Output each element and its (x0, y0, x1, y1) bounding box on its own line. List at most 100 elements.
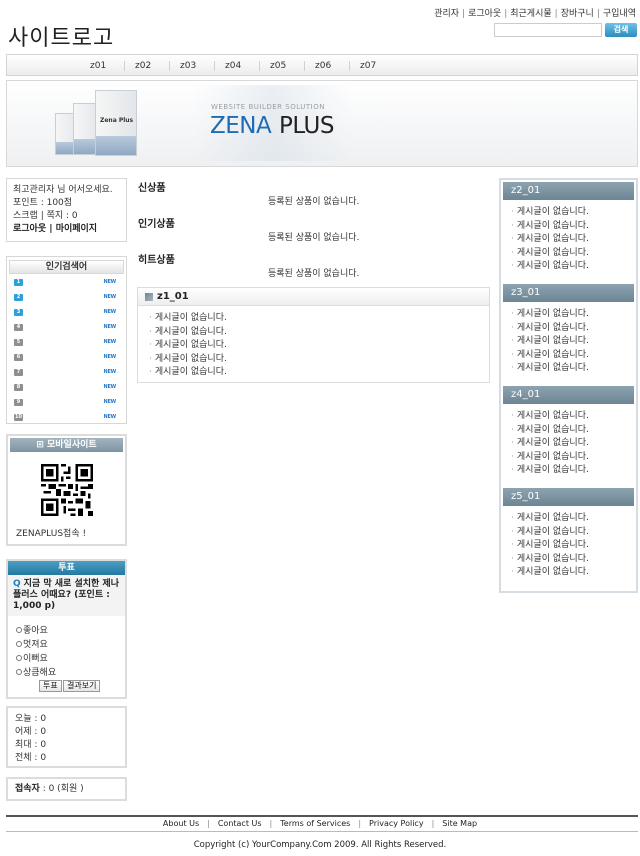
separator: | (358, 819, 362, 828)
rank-badge: 7 (14, 369, 23, 376)
popular-search-row[interactable]: 1 NEW (14, 278, 122, 288)
radio-icon[interactable] (16, 655, 22, 661)
nav-item-z06[interactable]: z06 (315, 61, 331, 71)
current-visitors-label: 접속자 (15, 784, 40, 794)
popular-search-row[interactable]: 5 NEW (14, 338, 122, 348)
view-results-button[interactable]: 결과보기 (63, 680, 101, 692)
right-column: z2_01 게시글이 없습니다. 게시글이 없습니다. 게시글이 없습니다. 게… (499, 178, 638, 593)
list-item: 게시글이 없습니다. (149, 366, 489, 380)
popular-search-row[interactable]: 8 NEW (14, 383, 122, 393)
board-title-z5-01[interactable]: z5_01 (503, 488, 634, 506)
new-products-title[interactable]: 신상품 (138, 179, 166, 194)
poll-option[interactable]: 좋아요 (16, 623, 48, 636)
list-item: 게시글이 없습니다. (511, 362, 635, 376)
search-input[interactable] (494, 23, 602, 37)
popular-search-row[interactable]: 9 NEW (14, 398, 122, 408)
visitor-counter-panel: 오늘 : 0 어제 : 0 최대 : 0 전체 : 0 (6, 706, 127, 768)
board-title[interactable]: z1_01 (157, 291, 189, 302)
vote-button[interactable]: 투표 (39, 680, 62, 692)
footer-divider (6, 831, 638, 832)
top-link-cart[interactable]: 장바구니 (561, 9, 594, 19)
counter-today: 오늘 : 0 (15, 714, 47, 724)
login-scrap[interactable]: 스크랩 | 쪽지 : 0 (13, 210, 120, 223)
list-item: 게시글이 없습니다. (511, 539, 635, 553)
top-links: 관리자 | 로그아웃 | 최근게시물 | 장바구니 | 구입내역 (434, 6, 636, 19)
footer-link-terms[interactable]: Terms of Services (280, 819, 350, 828)
footer-links: About Us | Contact Us | Terms of Services | Pr… (0, 819, 640, 828)
rank-badge: 2 (14, 294, 23, 301)
nav-divider (259, 61, 260, 71)
new-badge: NEW (103, 309, 116, 315)
list-item: 게시글이 없습니다. (511, 233, 635, 247)
counter-total: 전체 : 0 (15, 753, 47, 763)
new-badge: NEW (103, 399, 116, 405)
nav-item-z02[interactable]: z02 (135, 61, 151, 71)
list-item: 게시글이 없습니다. (511, 512, 635, 526)
mobile-site-text: ZENAPLUS접속 ! (16, 529, 87, 539)
radio-icon[interactable] (16, 641, 22, 647)
new-badge: NEW (103, 279, 116, 285)
list-item: 게시글이 없습니다. (511, 464, 635, 478)
nav-item-z04[interactable]: z04 (225, 61, 241, 71)
poll-option[interactable]: 상큼해요 (16, 665, 56, 678)
hero-banner[interactable]: Zena Plus WEBSITE BUILDER SOLUTION ZENA … (6, 80, 638, 167)
poll-option[interactable]: 이뻐요 (16, 651, 48, 664)
list-item: 게시글이 없습니다. (511, 553, 635, 567)
popular-search-row[interactable]: 10 NEW (14, 413, 122, 423)
list-item: 게시글이 없습니다. (511, 260, 635, 274)
logout-link[interactable]: 로그아웃 (13, 224, 46, 234)
nav-divider (169, 61, 170, 71)
top-link-orders[interactable]: 구입내역 (603, 9, 636, 19)
qr-code-image[interactable] (41, 464, 93, 516)
radio-icon[interactable] (16, 669, 22, 675)
popular-search-row[interactable]: 6 NEW (14, 353, 122, 363)
mobile-site-header: ⊞ 모바일사이트 (10, 438, 123, 452)
board-list-z5-01: 게시글이 없습니다. 게시글이 없습니다. 게시글이 없습니다. 게시글이 없습… (511, 512, 635, 580)
nav-item-z03[interactable]: z03 (180, 61, 196, 71)
footer-link-contact[interactable]: Contact Us (218, 819, 262, 828)
site-logo[interactable]: 사이트로고 (8, 20, 114, 52)
separator: | (596, 9, 600, 19)
footer-link-about[interactable]: About Us (163, 819, 199, 828)
nav-item-z07[interactable]: z07 (360, 61, 376, 71)
board-list-z2-01: 게시글이 없습니다. 게시글이 없습니다. 게시글이 없습니다. 게시글이 없습… (511, 206, 635, 274)
banner-brand-secondary: PLUS (279, 113, 334, 139)
hit-products-title[interactable]: 히트상품 (138, 251, 175, 266)
new-badge: NEW (103, 339, 116, 345)
popular-search-row[interactable]: 3 NEW (14, 308, 122, 318)
current-visitors-panel[interactable]: 접속자 : 0 (회원 ) (6, 777, 127, 801)
rank-badge: 6 (14, 354, 23, 361)
popular-search-row[interactable]: 2 NEW (14, 293, 122, 303)
login-points[interactable]: 포인트 : 100점 (13, 197, 120, 210)
board-title-z2-01[interactable]: z2_01 (503, 182, 634, 200)
top-link-logout[interactable]: 로그아웃 (468, 9, 501, 19)
poll-option[interactable]: 멋져요 (16, 637, 48, 650)
rank-badge: 3 (14, 309, 23, 316)
list-item: 게시글이 없습니다. (511, 335, 635, 349)
rank-badge: 10 (14, 414, 23, 421)
popular-products-title[interactable]: 인기상품 (138, 215, 175, 230)
footer-link-sitemap[interactable]: Site Map (442, 819, 477, 828)
footer-link-privacy[interactable]: Privacy Policy (369, 819, 424, 828)
poll-question: Q 지금 막 새로 설치한 제나플러스 어때요? (포인트 : 1,000 p) (8, 575, 125, 616)
mobile-site-panel: ⊞ 모바일사이트 ZENAPLUS접속 ! (6, 434, 127, 546)
top-link-admin[interactable]: 관리자 (434, 9, 459, 19)
rank-badge: 1 (14, 279, 23, 286)
poll-panel: 투표 Q 지금 막 새로 설치한 제나플러스 어때요? (포인트 : 1,000 … (6, 559, 127, 699)
top-link-recent-posts[interactable]: 최근게시물 (510, 9, 551, 19)
board-title-z4-01[interactable]: z4_01 (503, 386, 634, 404)
nav-item-z05[interactable]: z05 (270, 61, 286, 71)
current-visitors-value: : 0 (회원 ) (39, 784, 84, 794)
footer-divider (6, 815, 638, 817)
mypage-link[interactable]: 마이페이지 (56, 224, 97, 234)
search-button[interactable]: 검색 (605, 23, 637, 37)
popular-search-row[interactable]: 7 NEW (14, 368, 122, 378)
radio-icon[interactable] (16, 627, 22, 633)
board-title-z3-01[interactable]: z3_01 (503, 284, 634, 302)
popular-search-row[interactable]: 4 NEW (14, 323, 122, 333)
board-z1-01: z1_01 게시글이 없습니다. 게시글이 없습니다. 게시글이 없습니다. 게… (137, 287, 490, 383)
new-badge: NEW (103, 414, 116, 420)
list-item: 게시글이 없습니다. (511, 247, 635, 261)
nav-item-z01[interactable]: z01 (90, 61, 106, 71)
separator: | (554, 9, 558, 19)
